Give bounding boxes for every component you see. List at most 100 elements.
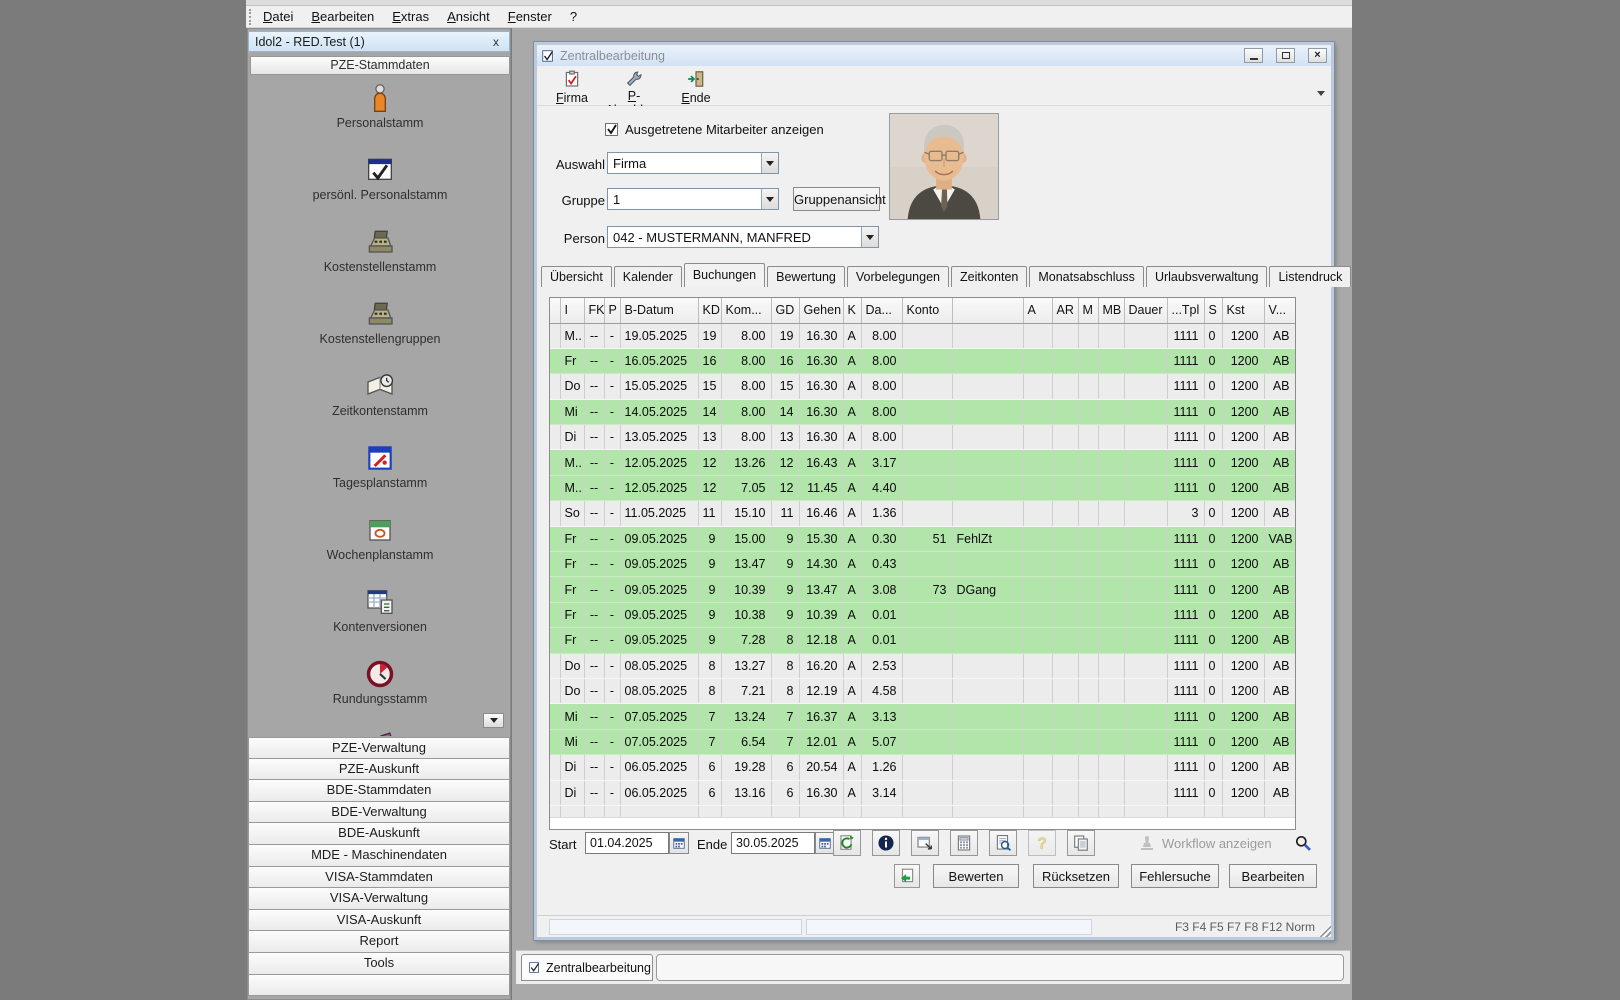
resize-grip[interactable]: [1318, 924, 1331, 937]
minimize-button[interactable]: [1244, 48, 1263, 63]
sidebar-section-visa-stammdaten[interactable]: VISA-Stammdaten: [248, 867, 510, 889]
booking-row[interactable]: Mi---14.05.2025148.001416.30A8.001111012…: [550, 399, 1295, 424]
menu-item-ansicht[interactable]: Ansicht: [438, 7, 499, 26]
column-header-kom[interactable]: Kom...: [721, 298, 771, 323]
start-date-input[interactable]: 01.04.2025: [585, 832, 669, 854]
column-header-kd[interactable]: KD: [698, 298, 721, 323]
menu-item-fenster[interactable]: Fenster: [499, 7, 561, 26]
sidebar-item-kostenstellenstamm[interactable]: Kostenstellenstamm: [250, 226, 510, 291]
chevron-down-icon[interactable]: [861, 227, 878, 247]
column-header-fk[interactable]: FK: [584, 298, 604, 323]
gruppe-combobox[interactable]: 1: [607, 188, 779, 210]
booking-row[interactable]: Di---06.05.2025613.16616.30A3.1411110120…: [550, 780, 1295, 805]
tab-zeitkonten[interactable]: Zeitkonten: [951, 266, 1027, 287]
sidebar-section-tools[interactable]: Tools: [248, 953, 510, 975]
maximize-button[interactable]: [1276, 48, 1295, 63]
booking-row[interactable]: Mi---07.05.2025713.24716.37A3.1311110120…: [550, 704, 1295, 729]
sidebar-item-kontenversionen[interactable]: Kontenversionen: [250, 586, 510, 651]
ruecksetzen-button[interactable]: Rücksetzen: [1033, 864, 1119, 888]
ende-calendar-button[interactable]: [815, 832, 835, 854]
tab-kalender[interactable]: Kalender: [614, 266, 682, 287]
calculator-button[interactable]: [950, 830, 978, 856]
person-combobox[interactable]: 042 - MUSTERMANN, MANFRED: [607, 226, 879, 248]
booking-row[interactable]: Fr---09.05.202597.28812.18A0.01111101200…: [550, 628, 1295, 653]
bearbeiten-button[interactable]: Bearbeiten: [1229, 864, 1317, 888]
sidebar-item-kostenstellen-zeitgruppen[interactable]: Kostenstellen-Zeitgruppen: [250, 730, 510, 736]
column-header-ar[interactable]: AR: [1052, 298, 1078, 323]
close-button[interactable]: ×: [1308, 48, 1327, 63]
column-header-konto[interactable]: Konto: [902, 298, 952, 323]
sidebar-close-icon[interactable]: x: [489, 35, 503, 49]
tab-bewertung[interactable]: Bewertung: [767, 266, 845, 287]
column-header-i[interactable]: I: [560, 298, 584, 323]
column-header-kst[interactable]: Kst: [1222, 298, 1264, 323]
toolbar-overflow-icon[interactable]: [1317, 91, 1325, 96]
booking-row[interactable]: Di---13.05.2025138.001316.30A8.001111012…: [550, 425, 1295, 450]
booking-row[interactable]: Do---08.05.202587.21812.19A4.58111101200…: [550, 678, 1295, 703]
booking-row[interactable]: Fr---09.05.2025910.39913.47A3.0873DGang1…: [550, 577, 1295, 602]
menu-item-datei[interactable]: Datei: [254, 7, 302, 26]
sidebar-section-visa-verwaltung[interactable]: VISA-Verwaltung: [248, 888, 510, 910]
chevron-down-icon[interactable]: [761, 189, 778, 209]
tab-vorbelegungen[interactable]: Vorbelegungen: [847, 266, 949, 287]
tab-buchungen[interactable]: Buchungen: [684, 263, 765, 287]
taskbar-tab-zentralbearbeitung[interactable]: Zentralbearbeitung: [521, 954, 653, 981]
document-search-button[interactable]: [989, 830, 1017, 856]
auswahl-combobox[interactable]: Firma: [607, 152, 779, 174]
tab-urlaubsverwaltung[interactable]: Urlaubsverwaltung: [1146, 266, 1268, 287]
ende-date-input[interactable]: 30.05.2025: [731, 832, 815, 854]
chevron-down-icon[interactable]: [761, 153, 778, 173]
booking-row[interactable]: M..---12.05.20251213.261216.43A3.1711110…: [550, 450, 1295, 475]
booking-row[interactable]: Fr---09.05.2025913.47914.30A0.4311110120…: [550, 552, 1295, 577]
column-header-tpl[interactable]: ...Tpl: [1167, 298, 1204, 323]
menu-item-bearbeiten[interactable]: Bearbeiten: [302, 7, 383, 26]
sidebar-item-tagesplanstamm[interactable]: Tagesplanstamm: [250, 442, 510, 507]
booking-row[interactable]: Fr---09.05.2025915.00915.30A0.3051FehlZt…: [550, 526, 1295, 551]
sidebar-item-rundungsstamm[interactable]: Rundungsstamm: [250, 658, 510, 723]
booking-row[interactable]: M..---19.05.2025198.001916.30A8.00111101…: [550, 323, 1295, 348]
start-calendar-button[interactable]: [669, 832, 689, 854]
menu-item-?[interactable]: ?: [561, 7, 586, 26]
booking-row[interactable]: M..---12.05.2025127.051211.45A4.40111101…: [550, 475, 1295, 500]
sidebar-section-partial[interactable]: [248, 975, 510, 997]
column-header-mb[interactable]: MB: [1098, 298, 1124, 323]
column-header-s[interactable]: S: [1204, 298, 1222, 323]
sidebar-section-pze-auskunft[interactable]: PZE-Auskunft: [248, 759, 510, 781]
bewerten-button[interactable]: Bewerten: [933, 864, 1019, 888]
sidebar-item-personalstamm[interactable]: Personalstamm: [250, 82, 510, 147]
sidebar-section-bde-stammdaten[interactable]: BDE-Stammdaten: [248, 780, 510, 802]
booking-row[interactable]: Fr---16.05.2025168.001616.30A8.001111012…: [550, 348, 1295, 373]
sidebar-scroll-down-button[interactable]: [483, 713, 504, 728]
toolbar-button-ende[interactable]: Ende: [665, 69, 727, 107]
column-header-blank[interactable]: [952, 298, 1023, 323]
column-header-p[interactable]: P: [604, 298, 620, 323]
column-header-k[interactable]: K: [843, 298, 861, 323]
column-header-bdatum[interactable]: B-Datum: [620, 298, 698, 323]
booking-row[interactable]: Do---15.05.2025158.001516.30A8.001111012…: [550, 374, 1295, 399]
sidebar-item-zeitkontenstamm[interactable]: Zeitkontenstamm: [250, 370, 510, 435]
menu-item-extras[interactable]: Extras: [383, 7, 438, 26]
export-window-button[interactable]: [911, 830, 939, 856]
inspect-button[interactable]: [1289, 830, 1317, 856]
sidebar-section-pze-verwaltung[interactable]: PZE-Verwaltung: [248, 737, 510, 759]
import-button[interactable]: [894, 864, 920, 888]
sidebar-section-visa-auskunft[interactable]: VISA-Auskunft: [248, 910, 510, 932]
booking-row[interactable]: So---11.05.20251115.101116.46A1.36301200…: [550, 501, 1295, 526]
tab-übersicht[interactable]: Übersicht: [541, 266, 612, 287]
gruppenansicht-button[interactable]: Gruppenansicht: [793, 187, 880, 211]
sidebar-item-wochenplanstamm[interactable]: Wochenplanstamm: [250, 514, 510, 579]
toolbar-button-firma[interactable]: Firma: [541, 69, 603, 107]
ausgetretene-checkbox[interactable]: [605, 123, 618, 136]
copy-pages-button[interactable]: [1067, 830, 1095, 856]
sidebar-item-pers-nl-personalstamm[interactable]: persönl. Personalstamm: [250, 154, 510, 219]
booking-row[interactable]: Mi---07.05.202576.54712.01A5.07111101200…: [550, 729, 1295, 754]
info-button[interactable]: [872, 830, 900, 856]
sidebar-section-report[interactable]: Report: [248, 931, 510, 953]
column-header-gehen[interactable]: Gehen: [799, 298, 843, 323]
column-header-m[interactable]: M: [1078, 298, 1098, 323]
column-header-v[interactable]: V...: [1264, 298, 1295, 323]
column-header-blank[interactable]: [550, 298, 560, 323]
sidebar-section-bde-auskunft[interactable]: BDE-Auskunft: [248, 823, 510, 845]
column-header-gd[interactable]: GD: [771, 298, 799, 323]
column-header-dauer[interactable]: Dauer: [1124, 298, 1167, 323]
